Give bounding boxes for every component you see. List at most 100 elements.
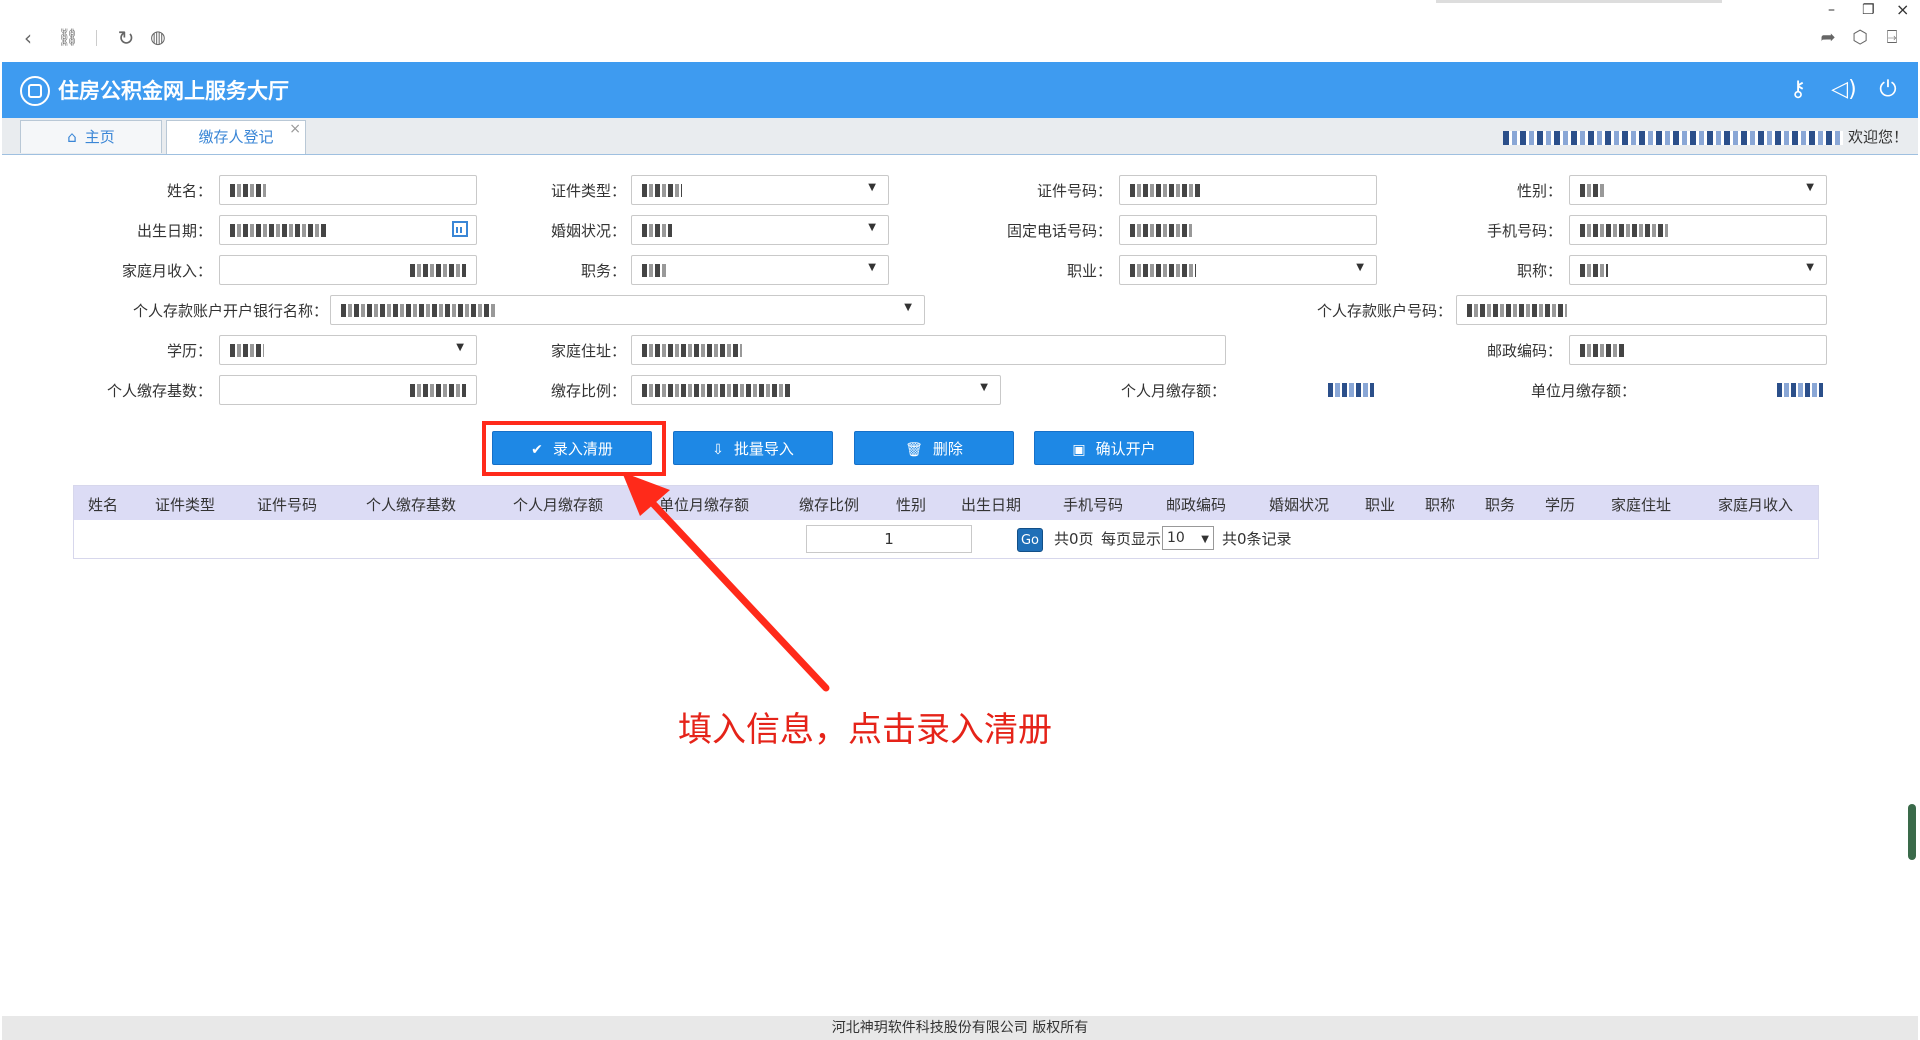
go-button[interactable]: Go bbox=[1017, 528, 1043, 552]
chevron-down-icon: ▼ bbox=[1201, 534, 1209, 545]
column-header: 家庭住址 bbox=[1611, 496, 1672, 514]
annotation-arrow bbox=[622, 472, 830, 692]
bank-select[interactable]: ▼ bbox=[330, 295, 925, 325]
minimize-button[interactable]: – bbox=[1828, 2, 1835, 18]
tab-bar: ⌂ 主页 缴存人登记 × 欢迎您！ bbox=[2, 118, 1918, 155]
job-label: 职业： bbox=[1066, 262, 1112, 280]
batch-import-label: 批量导入 bbox=[733, 440, 794, 458]
income-label: 家庭月收入： bbox=[121, 262, 212, 280]
annotation-text: 填入信息，点击录入清册 bbox=[678, 710, 1052, 750]
share-icon[interactable]: ➦ bbox=[1814, 24, 1842, 52]
back-icon[interactable]: ‹ bbox=[14, 24, 42, 52]
ratio-label: 缴存比例： bbox=[550, 382, 626, 400]
delete-label: 删除 bbox=[932, 440, 963, 458]
job-select[interactable]: ▼ bbox=[1119, 255, 1377, 285]
column-header: 个人缴存基数 bbox=[366, 496, 457, 514]
mobile-input[interactable] bbox=[1569, 215, 1827, 245]
account-input[interactable] bbox=[1456, 295, 1827, 325]
column-header: 姓名 bbox=[88, 496, 119, 514]
id-no-input[interactable] bbox=[1119, 175, 1377, 205]
speaker-icon[interactable]: ◁) bbox=[1830, 76, 1858, 104]
app-title: 住房公积金网上服务大厅 bbox=[58, 79, 289, 103]
tab-home[interactable]: ⌂ 主页 bbox=[20, 120, 162, 153]
home-icon: ⌂ bbox=[67, 128, 77, 146]
register-table: 姓名 证件类型 证件号码 个人缴存基数 个人月缴存额 单位月缴存额 缴存比例 性… bbox=[73, 485, 1819, 559]
welcome-area: 欢迎您！ bbox=[1503, 126, 1908, 147]
address-input[interactable] bbox=[631, 335, 1226, 365]
calendar-icon[interactable] bbox=[452, 221, 468, 237]
address-bar-edge bbox=[1436, 0, 1722, 3]
name-label: 姓名： bbox=[166, 182, 212, 200]
mobile-label: 手机号码： bbox=[1486, 222, 1562, 240]
column-header: 职业 bbox=[1365, 496, 1396, 514]
trash-icon: 🗑 bbox=[905, 442, 923, 458]
column-header: 出生日期 bbox=[961, 496, 1022, 514]
column-header: 个人月缴存额 bbox=[513, 496, 604, 514]
account-label: 个人存款账户号码： bbox=[1316, 302, 1452, 320]
link-icon[interactable]: ⛓ bbox=[54, 24, 82, 52]
id-type-label: 证件类型： bbox=[550, 182, 626, 200]
close-tab-icon[interactable]: × bbox=[289, 113, 301, 146]
app-header: 住房公积金网上服务大厅 ⚷ ◁) ⏻ bbox=[2, 62, 1918, 118]
reload-icon[interactable]: ↻ bbox=[112, 24, 140, 52]
confirm-open-label: 确认开户 bbox=[1095, 440, 1156, 458]
column-header: 证件号码 bbox=[257, 496, 318, 514]
restore-button[interactable]: ❐ bbox=[1862, 2, 1875, 18]
name-input[interactable] bbox=[219, 175, 477, 205]
per-page-value: 10 bbox=[1167, 530, 1185, 546]
postcode-input[interactable] bbox=[1569, 335, 1827, 365]
column-header: 职务 bbox=[1485, 496, 1516, 514]
edit-icon: ✔ bbox=[531, 442, 543, 458]
marital-select[interactable]: ▼ bbox=[631, 215, 889, 245]
batch-import-button[interactable]: ⇩ 批量导入 bbox=[673, 431, 833, 465]
import-icon: ⇩ bbox=[712, 442, 724, 458]
birth-date-input[interactable] bbox=[219, 215, 477, 245]
profile-icon[interactable]: ⍈ bbox=[1878, 24, 1906, 52]
confirm-open-button[interactable]: ▣ 确认开户 bbox=[1034, 431, 1194, 465]
column-header: 家庭月收入 bbox=[1718, 496, 1794, 514]
tab-home-label: 主页 bbox=[84, 128, 115, 146]
phone-label: 固定电话号码： bbox=[1006, 222, 1112, 240]
duty-select[interactable]: ▼ bbox=[631, 255, 889, 285]
power-icon[interactable]: ⏻ bbox=[1874, 76, 1902, 104]
base-label: 个人缴存基数： bbox=[106, 382, 212, 400]
key-icon[interactable]: ⚷ bbox=[1784, 76, 1812, 104]
per-page-label: 每页显示 bbox=[1101, 530, 1162, 548]
save-icon: ▣ bbox=[1072, 442, 1086, 458]
edu-label: 学历： bbox=[166, 342, 212, 360]
birth-label: 出生日期： bbox=[136, 222, 212, 240]
table-header: 姓名 证件类型 证件号码 个人缴存基数 个人月缴存额 单位月缴存额 缴存比例 性… bbox=[74, 486, 1818, 520]
unit-amt-value bbox=[1777, 383, 1823, 397]
home-logo-icon bbox=[20, 76, 50, 106]
column-header: 证件类型 bbox=[155, 496, 216, 514]
welcome-text: 欢迎您！ bbox=[1847, 128, 1908, 146]
extension-icon[interactable]: ⬡ bbox=[1846, 24, 1874, 52]
id-type-select[interactable]: ▼ bbox=[631, 175, 889, 205]
ratio-select[interactable]: ▼ bbox=[631, 375, 1001, 405]
edu-select[interactable]: ▼ bbox=[219, 335, 477, 365]
tab-register[interactable]: 缴存人登记 × bbox=[166, 120, 306, 154]
globe-icon[interactable]: ◍ bbox=[144, 24, 172, 52]
enter-register-label: 录入清册 bbox=[552, 440, 613, 458]
base-input[interactable] bbox=[219, 375, 477, 405]
gender-label: 性别： bbox=[1516, 182, 1562, 200]
phone-input[interactable] bbox=[1119, 215, 1377, 245]
footer-copyright: 河北神玥软件科技股份有限公司 版权所有 bbox=[2, 1016, 1918, 1040]
unit-amt-label: 单位月缴存额： bbox=[1530, 382, 1636, 400]
total-pages: 共0页 bbox=[1054, 530, 1094, 548]
per-page-select[interactable]: 10 ▼ bbox=[1162, 526, 1214, 550]
column-header: 手机号码 bbox=[1063, 496, 1124, 514]
enter-register-button[interactable]: ✔ 录入清册 bbox=[492, 431, 652, 465]
income-input[interactable] bbox=[219, 255, 477, 285]
gender-select[interactable]: ▼ bbox=[1569, 175, 1827, 205]
close-window-button[interactable]: × bbox=[1896, 0, 1909, 19]
id-no-label: 证件号码： bbox=[1036, 182, 1112, 200]
scrollbar-thumb[interactable] bbox=[1908, 804, 1916, 860]
address-label: 家庭住址： bbox=[550, 342, 626, 360]
delete-button[interactable]: 🗑 删除 bbox=[854, 431, 1014, 465]
title-select[interactable]: ▼ bbox=[1569, 255, 1827, 285]
column-header: 学历 bbox=[1545, 496, 1576, 514]
column-header: 职称 bbox=[1425, 496, 1456, 514]
toolbar-divider bbox=[96, 30, 97, 46]
personal-amt-label: 个人月缴存额： bbox=[1120, 382, 1226, 400]
